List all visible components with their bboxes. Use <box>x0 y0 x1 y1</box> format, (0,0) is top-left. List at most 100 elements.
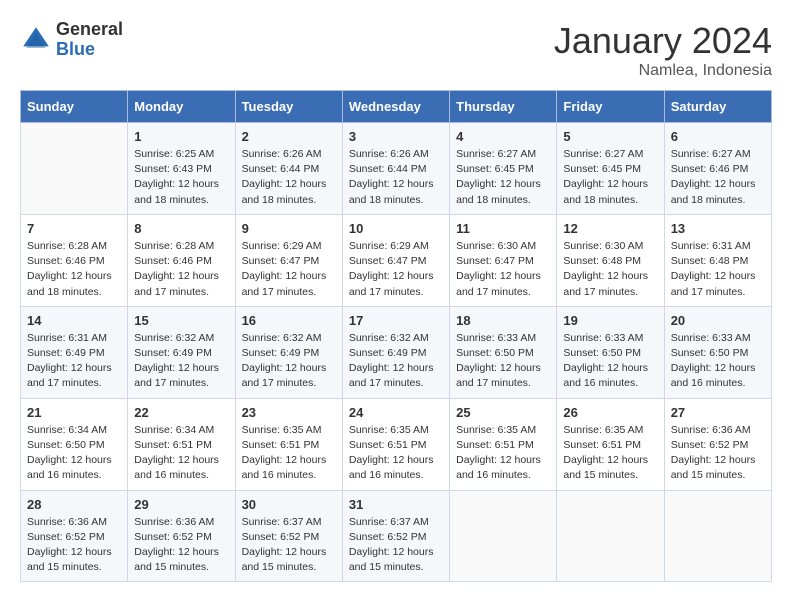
day-info: Sunrise: 6:28 AM Sunset: 6:46 PM Dayligh… <box>134 239 228 300</box>
calendar-cell: 23Sunrise: 6:35 AM Sunset: 6:51 PM Dayli… <box>235 398 342 490</box>
day-number: 24 <box>349 405 443 420</box>
calendar-cell: 4 Sunrise: 6:27 AM Sunset: 6:45 PM Daylig… <box>450 123 557 215</box>
day-number: 3 <box>349 129 443 144</box>
title-area: January 2024 Namlea, Indonesia <box>554 20 772 80</box>
calendar-body: 1Sunrise: 6:25 AM Sunset: 6:43 PM Daylig… <box>21 123 772 582</box>
calendar-cell <box>450 490 557 582</box>
day-info: Sunrise: 6:27 AM Sunset: 6:45 PM Dayligh… <box>456 147 550 208</box>
calendar-cell: 15Sunrise: 6:32 AM Sunset: 6:49 PM Dayli… <box>128 306 235 398</box>
day-number: 17 <box>349 313 443 328</box>
calendar-cell: 25Sunrise: 6:35 AM Sunset: 6:51 PM Dayli… <box>450 398 557 490</box>
calendar-cell: 2 Sunrise: 6:26 AM Sunset: 6:44 PM Daylig… <box>235 123 342 215</box>
day-number: 1 <box>134 129 228 144</box>
calendar-week-row: 7 Sunrise: 6:28 AM Sunset: 6:46 PM Daylig… <box>21 214 772 306</box>
calendar-week-row: 14Sunrise: 6:31 AM Sunset: 6:49 PM Dayli… <box>21 306 772 398</box>
calendar-cell: 19Sunrise: 6:33 AM Sunset: 6:50 PM Dayli… <box>557 306 664 398</box>
calendar-cell: 24Sunrise: 6:35 AM Sunset: 6:51 PM Dayli… <box>342 398 449 490</box>
day-number: 7 <box>27 221 121 236</box>
location-title: Namlea, Indonesia <box>554 62 772 80</box>
header: General Blue January 2024 Namlea, Indone… <box>20 20 772 80</box>
calendar-table: Sunday Monday Tuesday Wednesday Thursday… <box>20 90 772 582</box>
logo-text: General Blue <box>56 20 123 60</box>
day-number: 23 <box>242 405 336 420</box>
logo-blue-label: Blue <box>56 40 123 60</box>
day-info: Sunrise: 6:36 AM Sunset: 6:52 PM Dayligh… <box>134 515 228 576</box>
day-number: 9 <box>242 221 336 236</box>
calendar-header: Sunday Monday Tuesday Wednesday Thursday… <box>21 91 772 123</box>
day-info: Sunrise: 6:34 AM Sunset: 6:51 PM Dayligh… <box>134 423 228 484</box>
day-number: 28 <box>27 497 121 512</box>
day-info: Sunrise: 6:29 AM Sunset: 6:47 PM Dayligh… <box>242 239 336 300</box>
day-number: 30 <box>242 497 336 512</box>
calendar-cell: 8 Sunrise: 6:28 AM Sunset: 6:46 PM Daylig… <box>128 214 235 306</box>
header-thursday: Thursday <box>450 91 557 123</box>
logo-general-label: General <box>56 20 123 40</box>
day-info: Sunrise: 6:34 AM Sunset: 6:50 PM Dayligh… <box>27 423 121 484</box>
header-friday: Friday <box>557 91 664 123</box>
calendar-cell: 14Sunrise: 6:31 AM Sunset: 6:49 PM Dayli… <box>21 306 128 398</box>
day-number: 22 <box>134 405 228 420</box>
day-info: Sunrise: 6:32 AM Sunset: 6:49 PM Dayligh… <box>349 331 443 392</box>
day-number: 29 <box>134 497 228 512</box>
day-number: 15 <box>134 313 228 328</box>
day-info: Sunrise: 6:35 AM Sunset: 6:51 PM Dayligh… <box>563 423 657 484</box>
calendar-cell: 20 Sunrise: 6:33 AM Sunset: 6:50 PM Dayli… <box>664 306 771 398</box>
calendar-cell: 1Sunrise: 6:25 AM Sunset: 6:43 PM Daylig… <box>128 123 235 215</box>
calendar-cell: 26 Sunrise: 6:35 AM Sunset: 6:51 PM Dayli… <box>557 398 664 490</box>
day-number: 11 <box>456 221 550 236</box>
day-info: Sunrise: 6:33 AM Sunset: 6:50 PM Dayligh… <box>563 331 657 392</box>
day-info: Sunrise: 6:37 AM Sunset: 6:52 PM Dayligh… <box>242 515 336 576</box>
calendar-cell: 5 Sunrise: 6:27 AM Sunset: 6:45 PM Daylig… <box>557 123 664 215</box>
calendar-cell: 11Sunrise: 6:30 AM Sunset: 6:47 PM Dayli… <box>450 214 557 306</box>
header-monday: Monday <box>128 91 235 123</box>
day-number: 6 <box>671 129 765 144</box>
day-number: 25 <box>456 405 550 420</box>
day-number: 14 <box>27 313 121 328</box>
day-info: Sunrise: 6:36 AM Sunset: 6:52 PM Dayligh… <box>27 515 121 576</box>
calendar-cell: 29 Sunrise: 6:36 AM Sunset: 6:52 PM Dayli… <box>128 490 235 582</box>
logo: General Blue <box>20 20 123 60</box>
day-number: 18 <box>456 313 550 328</box>
header-wednesday: Wednesday <box>342 91 449 123</box>
month-title: January 2024 <box>554 20 772 62</box>
day-info: Sunrise: 6:27 AM Sunset: 6:45 PM Dayligh… <box>563 147 657 208</box>
calendar-cell: 18Sunrise: 6:33 AM Sunset: 6:50 PM Dayli… <box>450 306 557 398</box>
calendar-cell: 12Sunrise: 6:30 AM Sunset: 6:48 PM Dayli… <box>557 214 664 306</box>
day-number: 31 <box>349 497 443 512</box>
header-tuesday: Tuesday <box>235 91 342 123</box>
calendar-cell: 7 Sunrise: 6:28 AM Sunset: 6:46 PM Daylig… <box>21 214 128 306</box>
header-row: Sunday Monday Tuesday Wednesday Thursday… <box>21 91 772 123</box>
day-number: 16 <box>242 313 336 328</box>
header-saturday: Saturday <box>664 91 771 123</box>
calendar-cell <box>21 123 128 215</box>
day-info: Sunrise: 6:26 AM Sunset: 6:44 PM Dayligh… <box>242 147 336 208</box>
day-number: 20 <box>671 313 765 328</box>
day-info: Sunrise: 6:28 AM Sunset: 6:46 PM Dayligh… <box>27 239 121 300</box>
day-number: 8 <box>134 221 228 236</box>
day-info: Sunrise: 6:32 AM Sunset: 6:49 PM Dayligh… <box>242 331 336 392</box>
calendar-cell: 6 Sunrise: 6:27 AM Sunset: 6:46 PM Daylig… <box>664 123 771 215</box>
day-number: 21 <box>27 405 121 420</box>
calendar-cell: 9 Sunrise: 6:29 AM Sunset: 6:47 PM Daylig… <box>235 214 342 306</box>
day-info: Sunrise: 6:26 AM Sunset: 6:44 PM Dayligh… <box>349 147 443 208</box>
header-sunday: Sunday <box>21 91 128 123</box>
day-info: Sunrise: 6:33 AM Sunset: 6:50 PM Dayligh… <box>671 331 765 392</box>
calendar-cell: 3 Sunrise: 6:26 AM Sunset: 6:44 PM Daylig… <box>342 123 449 215</box>
calendar-week-row: 28 Sunrise: 6:36 AM Sunset: 6:52 PM Dayli… <box>21 490 772 582</box>
calendar-cell: 28 Sunrise: 6:36 AM Sunset: 6:52 PM Dayli… <box>21 490 128 582</box>
day-info: Sunrise: 6:36 AM Sunset: 6:52 PM Dayligh… <box>671 423 765 484</box>
day-info: Sunrise: 6:27 AM Sunset: 6:46 PM Dayligh… <box>671 147 765 208</box>
day-number: 4 <box>456 129 550 144</box>
calendar-week-row: 1Sunrise: 6:25 AM Sunset: 6:43 PM Daylig… <box>21 123 772 215</box>
calendar-cell <box>557 490 664 582</box>
day-number: 5 <box>563 129 657 144</box>
logo-icon <box>20 24 52 56</box>
day-number: 10 <box>349 221 443 236</box>
day-number: 2 <box>242 129 336 144</box>
calendar-cell: 27Sunrise: 6:36 AM Sunset: 6:52 PM Dayli… <box>664 398 771 490</box>
calendar-cell: 21 Sunrise: 6:34 AM Sunset: 6:50 PM Dayli… <box>21 398 128 490</box>
day-number: 26 <box>563 405 657 420</box>
day-info: Sunrise: 6:31 AM Sunset: 6:48 PM Dayligh… <box>671 239 765 300</box>
day-info: Sunrise: 6:30 AM Sunset: 6:48 PM Dayligh… <box>563 239 657 300</box>
day-info: Sunrise: 6:37 AM Sunset: 6:52 PM Dayligh… <box>349 515 443 576</box>
